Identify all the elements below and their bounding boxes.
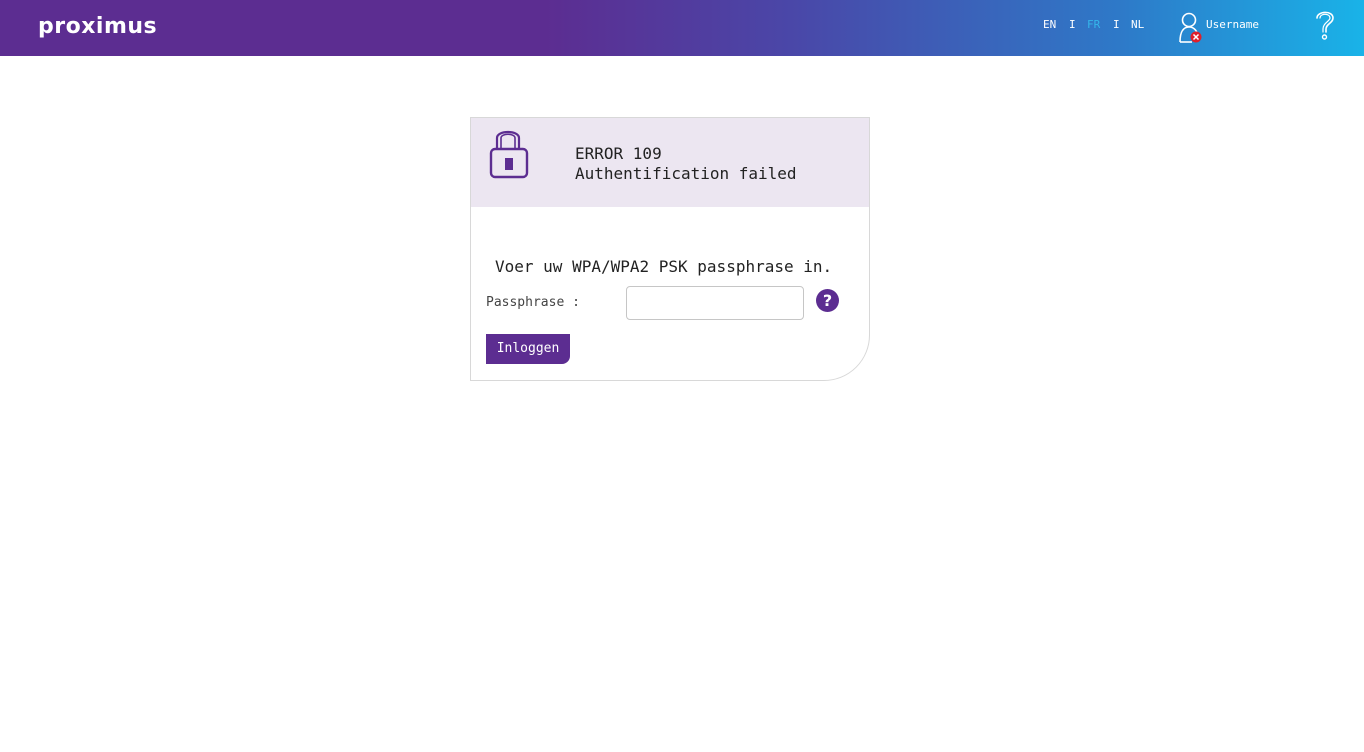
user-error-icon[interactable]	[1178, 11, 1204, 45]
language-en[interactable]: EN	[1043, 18, 1056, 32]
proximus-logo[interactable]: proximus	[38, 13, 157, 41]
language-nl[interactable]: NL	[1131, 18, 1144, 32]
passphrase-label: Passphrase :	[486, 295, 580, 310]
top-bar: proximus EN I FR I NL Username	[0, 0, 1364, 56]
login-button[interactable]: Inloggen	[486, 334, 570, 364]
language-separator: I	[1113, 18, 1120, 31]
language-fr[interactable]: FR	[1087, 18, 1100, 32]
error-message: Authentification failed	[575, 164, 797, 183]
login-card: ERROR 109 Authentification failed Voer u…	[470, 117, 870, 381]
question-mark-icon[interactable]	[1312, 8, 1338, 42]
language-separator: I	[1069, 18, 1076, 31]
error-panel: ERROR 109 Authentification failed	[471, 118, 869, 207]
passphrase-input[interactable]	[626, 286, 804, 320]
passphrase-prompt: Voer uw WPA/WPA2 PSK passphrase in.	[495, 257, 833, 276]
username-label[interactable]: Username	[1206, 18, 1259, 32]
padlock-icon	[489, 130, 529, 179]
error-code: ERROR 109	[575, 144, 662, 163]
passphrase-help-icon[interactable]: ?	[816, 289, 839, 312]
